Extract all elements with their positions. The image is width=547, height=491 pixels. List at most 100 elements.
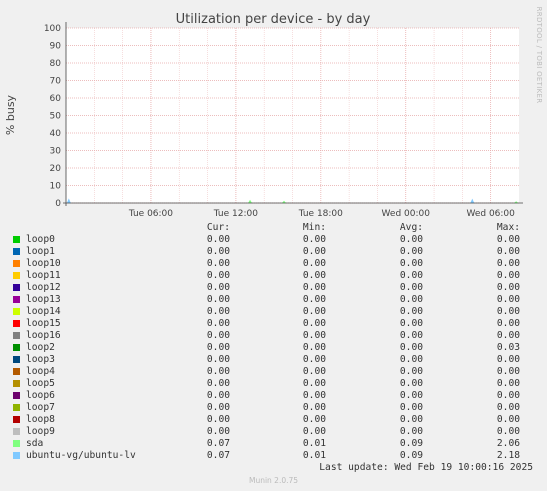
legend-max-value: 2.06 [496, 438, 520, 449]
legend-avg-value: 0.00 [399, 246, 423, 257]
legend-series-name: loop3 [26, 354, 55, 365]
legend-max-value: 0.00 [496, 246, 520, 257]
legend-min-value: 0.00 [302, 246, 326, 257]
legend-min-value: 0.00 [302, 282, 326, 293]
legend-max-value: 2.18 [496, 450, 520, 461]
legend-avg-value: 0.00 [399, 402, 423, 413]
legend-avg-value: 0.00 [399, 426, 423, 437]
legend-series-name: loop9 [26, 426, 55, 437]
y-tick-label: 0 [55, 199, 61, 209]
legend-avg-value: 0.00 [399, 258, 423, 269]
header-max: Max: [496, 222, 520, 233]
legend-row: loop10 0.00 0.00 0.00 0.00 [0, 258, 547, 270]
y-tick-label: 50 [50, 112, 62, 122]
legend-cur-value: 0.07 [206, 450, 230, 461]
y-tick-label: 20 [50, 164, 62, 174]
legend-row: loop9 0.00 0.00 0.00 0.00 [0, 426, 547, 438]
legend-series-name: loop5 [26, 378, 55, 389]
legend-min-value: 0.00 [302, 270, 326, 281]
legend-min-value: 0.00 [302, 258, 326, 269]
legend-max-value: 0.00 [496, 282, 520, 293]
legend-min-value: 0.00 [302, 306, 326, 317]
legend-swatch [13, 452, 20, 459]
y-tick-label: 100 [44, 24, 61, 34]
legend-row: loop3 0.00 0.00 0.00 0.00 [0, 354, 547, 366]
legend-max-value: 0.00 [496, 402, 520, 413]
legend-row: loop2 0.00 0.00 0.00 0.03 [0, 342, 547, 354]
y-tick-label: 30 [50, 147, 62, 157]
legend-row: loop16 0.00 0.00 0.00 0.00 [0, 330, 547, 342]
legend-cur-value: 0.00 [206, 282, 230, 293]
legend-swatch [13, 404, 20, 411]
legend-max-value: 0.00 [496, 354, 520, 365]
legend-series-name: loop4 [26, 366, 55, 377]
chart-title: Utilization per device - by day [176, 12, 371, 27]
legend-series-name: loop7 [26, 402, 55, 413]
x-tick-label: Wed 06:00 [466, 209, 515, 219]
legend-cur-value: 0.00 [206, 330, 230, 341]
legend-min-value: 0.01 [302, 450, 326, 461]
header-min: Min: [302, 222, 326, 233]
legend-max-value: 0.03 [496, 342, 520, 353]
legend-series-name: loop0 [26, 234, 55, 245]
legend-cur-value: 0.00 [206, 258, 230, 269]
legend-row: sda 0.07 0.01 0.09 2.06 [0, 438, 547, 450]
legend-swatch [13, 320, 20, 327]
legend-series-name: loop10 [26, 258, 61, 269]
legend-row: loop1 0.00 0.00 0.00 0.00 [0, 246, 547, 258]
legend-row: loop13 0.00 0.00 0.00 0.00 [0, 294, 547, 306]
legend-swatch [13, 380, 20, 387]
legend-min-value: 0.00 [302, 354, 326, 365]
legend-series-name: ubuntu-vg/ubuntu-lv [26, 450, 136, 461]
legend-avg-value: 0.00 [399, 270, 423, 281]
y-tick-label: 40 [50, 129, 62, 139]
legend-min-value: 0.00 [302, 390, 326, 401]
legend-avg-value: 0.00 [399, 294, 423, 305]
legend-min-value: 0.00 [302, 414, 326, 425]
legend-avg-value: 0.00 [399, 306, 423, 317]
legend-swatch [13, 440, 20, 447]
legend-row: loop8 0.00 0.00 0.00 0.00 [0, 414, 547, 426]
legend-cur-value: 0.00 [206, 306, 230, 317]
legend-swatch [13, 248, 20, 255]
x-tick-label: Tue 18:00 [298, 209, 343, 219]
legend-cur-value: 0.00 [206, 426, 230, 437]
header-cur: Cur: [206, 222, 230, 233]
legend-cur-value: 0.00 [206, 318, 230, 329]
rrdtool-credit: RRDTOOL / TOBI OETIKER [535, 7, 543, 104]
legend-row: loop14 0.00 0.00 0.00 0.00 [0, 306, 547, 318]
y-tick-label: 70 [50, 77, 62, 87]
legend-cur-value: 0.00 [206, 294, 230, 305]
legend-series-name: loop12 [26, 282, 61, 293]
legend-min-value: 0.00 [302, 426, 326, 437]
legend-cur-value: 0.00 [206, 390, 230, 401]
legend-series-name: loop2 [26, 342, 55, 353]
legend-max-value: 0.00 [496, 258, 520, 269]
legend-cur-value: 0.07 [206, 438, 230, 449]
legend-max-value: 0.00 [496, 378, 520, 389]
legend-swatch [13, 260, 20, 267]
legend-swatch [13, 428, 20, 435]
legend-cur-value: 0.00 [206, 366, 230, 377]
legend-min-value: 0.00 [302, 318, 326, 329]
legend-row: loop0 0.00 0.00 0.00 0.00 [0, 234, 547, 246]
legend-max-value: 0.00 [496, 294, 520, 305]
x-tick-label: Tue 06:00 [128, 209, 173, 219]
legend-cur-value: 0.00 [206, 378, 230, 389]
header-avg: Avg: [399, 222, 423, 233]
legend-min-value: 0.00 [302, 342, 326, 353]
legend-max-value: 0.00 [496, 426, 520, 437]
legend-swatch [13, 284, 20, 291]
legend-min-value: 0.00 [302, 402, 326, 413]
legend-row: loop15 0.00 0.00 0.00 0.00 [0, 318, 547, 330]
legend-avg-value: 0.00 [399, 282, 423, 293]
legend-cur-value: 0.00 [206, 414, 230, 425]
grid [66, 27, 519, 204]
legend-max-value: 0.00 [496, 390, 520, 401]
y-tick-label: 80 [50, 59, 62, 69]
legend-series-name: loop13 [26, 294, 61, 305]
legend-min-value: 0.00 [302, 294, 326, 305]
legend-avg-value: 0.09 [399, 450, 423, 461]
legend-series-name: loop8 [26, 414, 55, 425]
legend-cur-value: 0.00 [206, 354, 230, 365]
